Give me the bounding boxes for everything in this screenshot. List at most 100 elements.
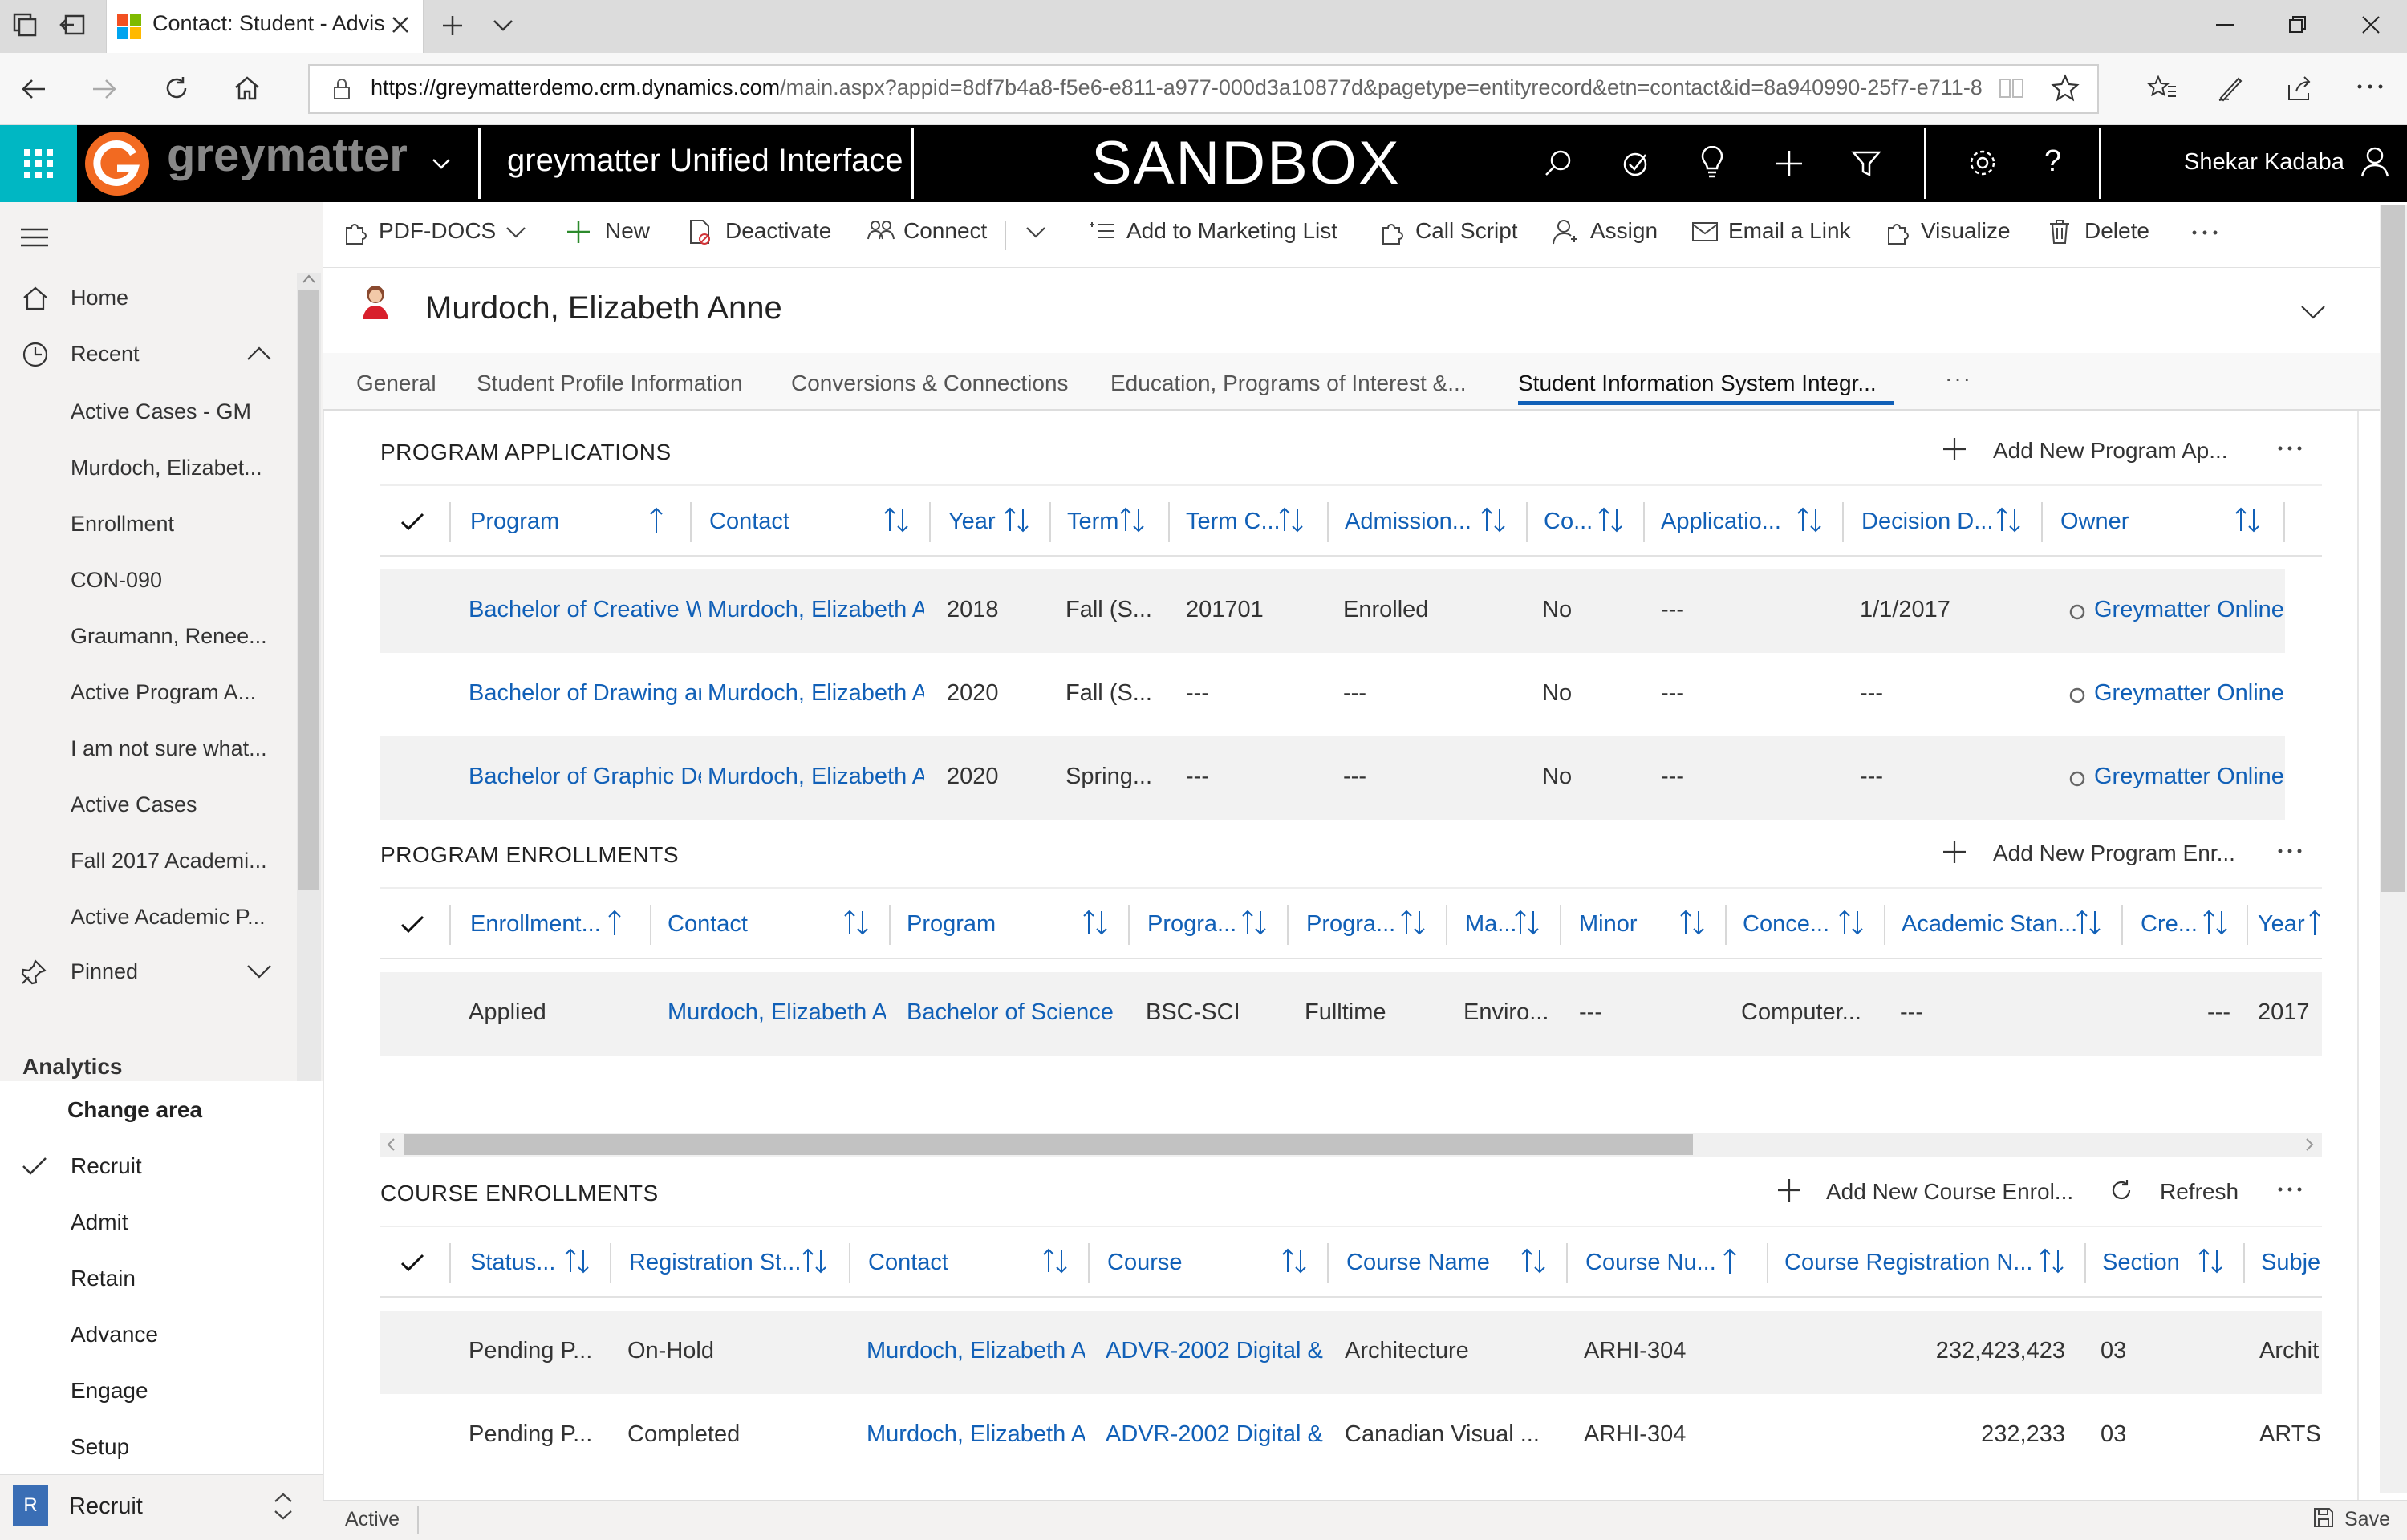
lightbulb-icon[interactable] <box>1696 146 1728 180</box>
content-scroll-thumb[interactable] <box>2381 205 2405 892</box>
visualize-button[interactable]: Visualize <box>1921 218 2011 244</box>
web-notes-icon[interactable] <box>2216 74 2245 103</box>
sort-both-icon[interactable] <box>1041 1246 1069 1275</box>
sort-both-icon[interactable] <box>1399 908 1427 937</box>
area-item-advance[interactable]: Advance <box>71 1322 158 1348</box>
table-row[interactable]: Pending P... Completed Murdoch, Elizabet… <box>380 1394 2322 1474</box>
sidebar-recent-item[interactable]: Active Cases - GM <box>71 399 287 424</box>
sort-both-icon[interactable] <box>1480 505 1507 534</box>
column-header-status[interactable]: Status... <box>470 1250 566 1276</box>
save-button[interactable]: Save <box>2344 1508 2390 1531</box>
sort-ascending-icon[interactable] <box>2309 908 2320 937</box>
sort-both-icon[interactable] <box>801 1246 828 1275</box>
sort-both-icon[interactable] <box>2075 908 2102 937</box>
sort-both-icon[interactable] <box>842 908 870 937</box>
tab-education-programs[interactable]: Education, Programs of Interest &... <box>1110 371 1467 396</box>
share-icon[interactable] <box>2285 74 2314 103</box>
sort-ascending-icon[interactable] <box>607 908 623 937</box>
sort-both-icon[interactable] <box>1240 908 1268 937</box>
header-expand-chevron-icon[interactable] <box>2299 303 2327 321</box>
contact-avatar[interactable] <box>358 282 393 321</box>
contact-link[interactable]: Murdoch, Elizabeth An <box>708 597 924 623</box>
column-header-application[interactable]: Applicatio... <box>1661 509 1789 535</box>
deactivate-button[interactable]: Deactivate <box>725 218 831 244</box>
contact-link[interactable]: Murdoch, Elizabeth An <box>708 680 924 707</box>
column-header-contact[interactable]: Contact <box>868 1250 972 1276</box>
horizontal-scroll-thumb[interactable] <box>404 1134 1693 1155</box>
contact-link[interactable]: Murdoch, Elizabeth An <box>867 1421 1085 1448</box>
tab-list-chevron-icon[interactable] <box>491 16 515 35</box>
help-icon[interactable]: ? <box>2044 144 2061 179</box>
area-item-admit[interactable]: Admit <box>71 1210 128 1235</box>
column-header-program-type[interactable]: Progra... <box>1306 911 1402 938</box>
column-header-enrollment[interactable]: Enrollment... <box>470 911 607 938</box>
sort-both-icon[interactable] <box>2202 908 2229 937</box>
sort-both-icon[interactable] <box>2197 1246 2224 1275</box>
expand-chevron-down-icon[interactable] <box>246 962 273 980</box>
column-header-program-code[interactable]: Progra... <box>1147 911 1244 938</box>
advanced-find-filter-icon[interactable] <box>1850 148 1882 180</box>
refresh-button[interactable]: Refresh <box>2160 1179 2239 1205</box>
home-icon[interactable] <box>233 74 262 103</box>
tab-sis-integration[interactable]: Student Information System Integr... <box>1518 371 1877 396</box>
program-link[interactable]: Bachelor of Creative W <box>469 597 701 623</box>
add-new-program-enrollment-button[interactable]: Add New Program Enr... <box>1993 841 2235 866</box>
new-button[interactable]: New <box>605 218 650 244</box>
favorite-star-icon[interactable] <box>2051 74 2080 103</box>
restore-icon[interactable] <box>2285 13 2309 37</box>
app-switcher-chevron-icon[interactable] <box>430 156 453 172</box>
user-profile-icon[interactable] <box>2359 144 2391 180</box>
sidebar-recent-item[interactable]: Active Program A... <box>71 680 287 705</box>
sort-both-icon[interactable] <box>563 1246 591 1275</box>
sort-both-icon[interactable] <box>1678 908 1706 937</box>
column-header-section[interactable]: Section <box>2102 1250 2190 1276</box>
sort-both-icon[interactable] <box>1082 908 1109 937</box>
contact-link[interactable]: Murdoch, Elizabeth An <box>668 999 886 1026</box>
sort-both-icon[interactable] <box>1837 908 1865 937</box>
column-header-program[interactable]: Program <box>907 911 1011 938</box>
connect-chevron-icon[interactable] <box>1024 225 1048 241</box>
more-tabs-button[interactable]: ··· <box>1945 366 1972 391</box>
add-new-program-application-button[interactable]: Add New Program Ap... <box>1993 438 2228 464</box>
table-row[interactable]: Pending P... On-Hold Murdoch, Elizabeth … <box>380 1311 2322 1394</box>
sort-both-icon[interactable] <box>1796 505 1823 534</box>
contact-link[interactable]: Murdoch, Elizabeth An <box>867 1338 1085 1364</box>
column-header-contact[interactable]: Contact <box>709 509 862 535</box>
scroll-right-arrow-icon[interactable] <box>2303 1137 2316 1152</box>
table-row[interactable]: Applied Murdoch, Elizabeth An Bachelor o… <box>380 972 2322 1056</box>
column-header-course-name[interactable]: Course Name <box>1346 1250 1499 1276</box>
program-link[interactable]: Bachelor of Science <box>907 999 1123 1026</box>
sidebar-recent-item[interactable]: Murdoch, Elizabet... <box>71 456 287 480</box>
sort-both-icon[interactable] <box>1597 505 1624 534</box>
app-name[interactable]: greymatter Unified Interface <box>507 143 903 179</box>
program-link[interactable]: Bachelor of Drawing ar <box>469 680 701 707</box>
sort-both-icon[interactable] <box>1003 505 1030 534</box>
column-header-program[interactable]: Program <box>470 509 631 535</box>
delete-button[interactable]: Delete <box>2084 218 2149 244</box>
table-row[interactable]: Bachelor of Graphic De Murdoch, Elizabet… <box>380 736 2285 820</box>
section-more-icon[interactable] <box>2277 1185 2303 1194</box>
task-check-icon[interactable] <box>1619 148 1651 180</box>
column-header-minor[interactable]: Minor <box>1579 911 1659 938</box>
sidebar-item-home[interactable]: Home <box>71 286 287 310</box>
column-header-co[interactable]: Co... <box>1544 509 1597 535</box>
pdf-docs-button[interactable]: PDF-DOCS <box>379 218 496 244</box>
column-header-subject[interactable]: Subje <box>2261 1250 2322 1276</box>
sidebar-recent-item[interactable]: Active Cases <box>71 792 287 817</box>
section-more-icon[interactable] <box>2277 847 2303 855</box>
collapse-chevron-up-icon[interactable] <box>246 345 273 363</box>
area-switcher-chevrons-icon[interactable] <box>271 1490 295 1522</box>
column-header-term[interactable]: Term <box>1067 509 1123 535</box>
sidebar-scroll-thumb[interactable] <box>298 290 319 890</box>
column-header-course-registration-number[interactable]: Course Registration N... <box>1784 1250 2033 1276</box>
scroll-left-arrow-icon[interactable] <box>385 1137 398 1152</box>
sort-both-icon[interactable] <box>1995 505 2022 534</box>
sidebar-recent-item[interactable]: CON-090 <box>71 568 287 593</box>
sort-both-icon[interactable] <box>1277 505 1305 534</box>
column-header-concentration[interactable]: Conce... <box>1743 911 1831 938</box>
sort-ascending-icon[interactable] <box>1722 1246 1738 1275</box>
sort-both-icon[interactable] <box>1513 908 1540 937</box>
owner-link[interactable]: Greymatter Online <box>2094 680 2283 707</box>
sort-both-icon[interactable] <box>1281 1246 1308 1275</box>
area-item-engage[interactable]: Engage <box>71 1378 148 1404</box>
